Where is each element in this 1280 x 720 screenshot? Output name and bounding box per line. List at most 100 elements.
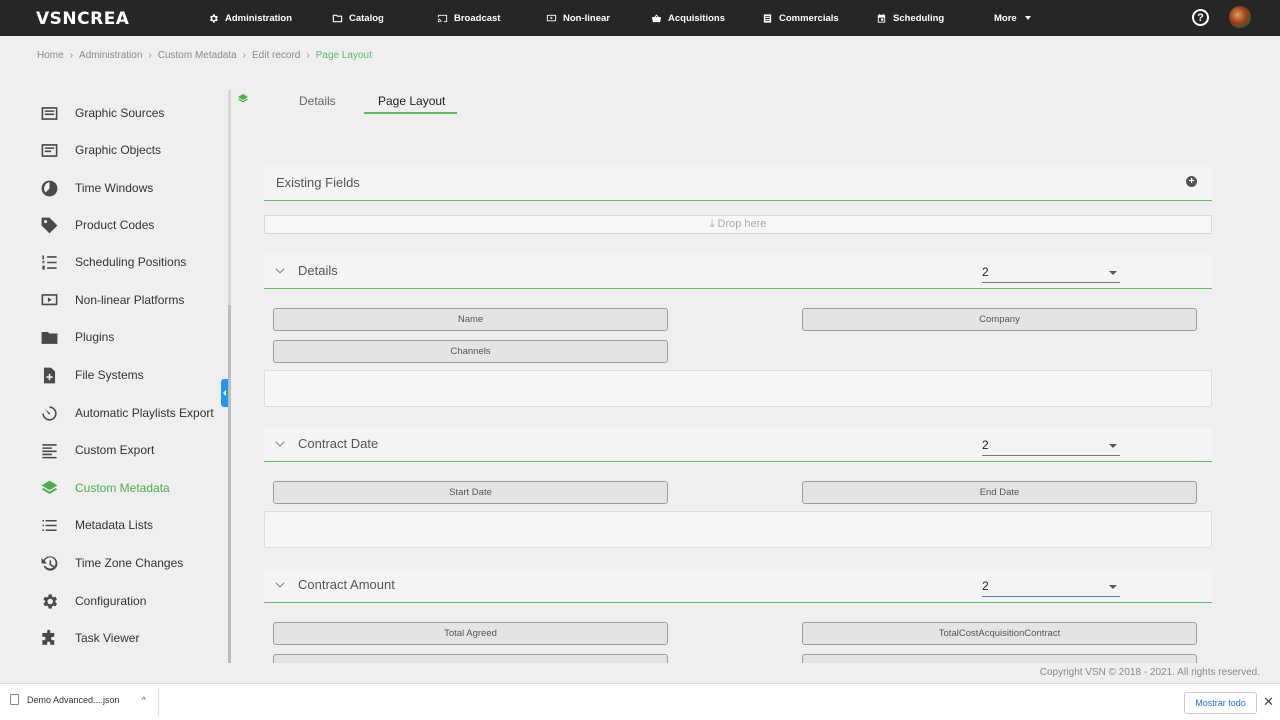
columns-select-value: 2 — [982, 265, 989, 279]
app-logo[interactable]: VSNCREA — [36, 9, 129, 29]
sidebar-item-label: Time Windows — [75, 181, 154, 195]
section-drop-area[interactable] — [264, 370, 1212, 407]
field-partial[interactable] — [273, 654, 668, 663]
help-icon[interactable]: ? — [1192, 9, 1209, 26]
download-item[interactable]: Demo Advanced....json ^ — [10, 694, 146, 705]
sidebar-collapse-handle[interactable] — [221, 379, 228, 407]
breadcrumb-custom-metadata[interactable]: Custom Metadata — [158, 50, 237, 61]
nav-commercials[interactable]: Commercials — [762, 9, 839, 27]
field-total-agreed[interactable]: Total Agreed — [273, 622, 668, 645]
nav-acquisitions[interactable]: Acquisitions — [651, 9, 725, 27]
field-name[interactable]: Name — [273, 308, 668, 331]
sidebar-item-label: Custom Metadata — [75, 481, 170, 495]
field-company[interactable]: Company — [802, 308, 1197, 331]
sidebar-item-task-viewer[interactable]: Task Viewer — [40, 628, 139, 648]
columns-select-value: 2 — [982, 438, 989, 452]
sidebar-item-label: Scheduling Positions — [75, 255, 187, 269]
sidebar-item-label: Task Viewer — [75, 631, 140, 645]
sidebar-item-label: Graphic Sources — [75, 106, 165, 120]
tab-page-layout[interactable]: Page Layout — [378, 94, 445, 114]
nav-label: Administration — [225, 12, 293, 24]
divider — [158, 688, 159, 716]
timer-icon — [42, 405, 57, 421]
align-left-icon — [42, 443, 57, 458]
user-avatar[interactable] — [1229, 6, 1251, 28]
nav-label: Broadcast — [454, 12, 501, 24]
chevron-right-icon: › — [69, 50, 74, 61]
sidebar-item-graphic-objects[interactable]: Graphic Objects — [40, 140, 161, 160]
active-tab-indicator — [364, 112, 457, 114]
clock-icon — [41, 180, 58, 196]
file-icon — [10, 694, 19, 705]
download-file-name: Demo Advanced....json — [27, 694, 120, 705]
sidebar-item-label: Custom Export — [75, 443, 155, 457]
section-header-contract-date: Contract Date 2 — [264, 428, 1212, 462]
graphic-objects-icon — [41, 143, 58, 157]
nav-administration[interactable]: Administration — [208, 9, 292, 27]
chevron-down-icon[interactable] — [275, 264, 285, 274]
sidebar-item-non-linear-platforms[interactable]: Non-linear Platforms — [40, 290, 184, 310]
section-drop-area[interactable] — [264, 511, 1212, 548]
nav-more[interactable]: More — [994, 9, 1031, 27]
drop-zone[interactable]: ⤓ Drop here — [264, 215, 1212, 234]
folder-icon — [332, 14, 343, 22]
field-partial[interactable] — [802, 654, 1197, 663]
breadcrumb-page-layout: Page Layout — [315, 50, 372, 61]
sidebar-item-file-systems[interactable]: File Systems — [40, 365, 144, 385]
sidebar-item-automatic-playlists-export[interactable]: Automatic Playlists Export — [40, 403, 214, 423]
sidebar-item-plugins[interactable]: Plugins — [40, 327, 114, 347]
sidebar-item-configuration[interactable]: Configuration — [40, 591, 146, 611]
breadcrumb-administration[interactable]: Administration — [79, 50, 142, 61]
nav-catalog[interactable]: Catalog — [332, 9, 384, 27]
chevron-down-icon[interactable] — [275, 578, 285, 588]
sidebar-item-label: Configuration — [75, 594, 147, 608]
columns-select[interactable]: 2 — [982, 436, 1120, 456]
sidebar-item-time-windows[interactable]: Time Windows — [40, 178, 153, 198]
columns-select[interactable]: 2 — [982, 263, 1120, 283]
field-channels[interactable]: Channels — [273, 340, 668, 363]
existing-fields-header: Existing Fields + — [264, 167, 1212, 201]
history-icon — [41, 555, 58, 571]
chevron-down-icon[interactable] — [275, 437, 285, 447]
show-all-button[interactable]: Mostrar todo — [1184, 692, 1257, 714]
sidebar-item-product-codes[interactable]: Product Codes — [40, 215, 154, 235]
sidebar-item-label: Metadata Lists — [75, 518, 154, 532]
sidebar-item-custom-export[interactable]: Custom Export — [40, 440, 154, 460]
chevron-right-icon: › — [242, 50, 247, 61]
sidebar-item-metadata-lists[interactable]: Metadata Lists — [40, 515, 153, 535]
sidebar: Graphic Sources Graphic Objects Time Win… — [0, 90, 228, 664]
sidebar-item-label: Time Zone Changes — [75, 556, 184, 570]
calendar-icon — [877, 13, 886, 23]
puzzle-icon — [42, 629, 55, 645]
sidebar-item-label: Automatic Playlists Export — [75, 406, 214, 420]
play-screen-icon — [41, 293, 58, 305]
section-title: Details — [298, 263, 338, 278]
sidebar-item-time-zone-changes[interactable]: Time Zone Changes — [40, 553, 183, 573]
plus-circle-icon[interactable]: + — [1186, 176, 1197, 187]
field-end-date[interactable]: End Date — [802, 481, 1197, 504]
nav-broadcast[interactable]: Broadcast — [437, 9, 500, 27]
sidebar-item-graphic-sources[interactable]: Graphic Sources — [40, 103, 164, 123]
sidebar-item-scheduling-positions[interactable]: Scheduling Positions — [40, 252, 186, 272]
section-title: Contract Amount — [298, 577, 395, 592]
folder-icon — [41, 331, 58, 344]
chevron-up-icon[interactable]: ^ — [142, 695, 146, 705]
existing-fields-title: Existing Fields — [276, 175, 360, 190]
sidebar-scrollbar-thumb[interactable] — [228, 305, 231, 664]
field-total-cost-acquisition-contract[interactable]: TotalCostAcquisitionContract — [802, 622, 1197, 645]
nav-scheduling[interactable]: Scheduling — [876, 9, 944, 27]
breadcrumb-home[interactable]: Home — [37, 50, 64, 61]
sidebar-item-custom-metadata[interactable]: Custom Metadata — [40, 478, 170, 498]
columns-select[interactable]: 2 — [982, 577, 1120, 597]
breadcrumb-edit-record[interactable]: Edit record — [252, 50, 300, 61]
section-header-details: Details 2 — [264, 255, 1212, 289]
copyright-text: Copyright VSN © 2018 - 2021. All rights … — [1039, 667, 1260, 678]
field-start-date[interactable]: Start Date — [273, 481, 668, 504]
chevron-right-icon: › — [148, 50, 152, 61]
caret-down-icon — [1109, 585, 1117, 589]
sidebar-item-label: Product Codes — [75, 218, 155, 232]
tab-details[interactable]: Details — [299, 94, 336, 114]
close-icon[interactable]: ✕ — [1263, 694, 1274, 710]
nav-label: Catalog — [349, 12, 384, 24]
nav-non-linear[interactable]: Non-linear — [546, 9, 610, 27]
